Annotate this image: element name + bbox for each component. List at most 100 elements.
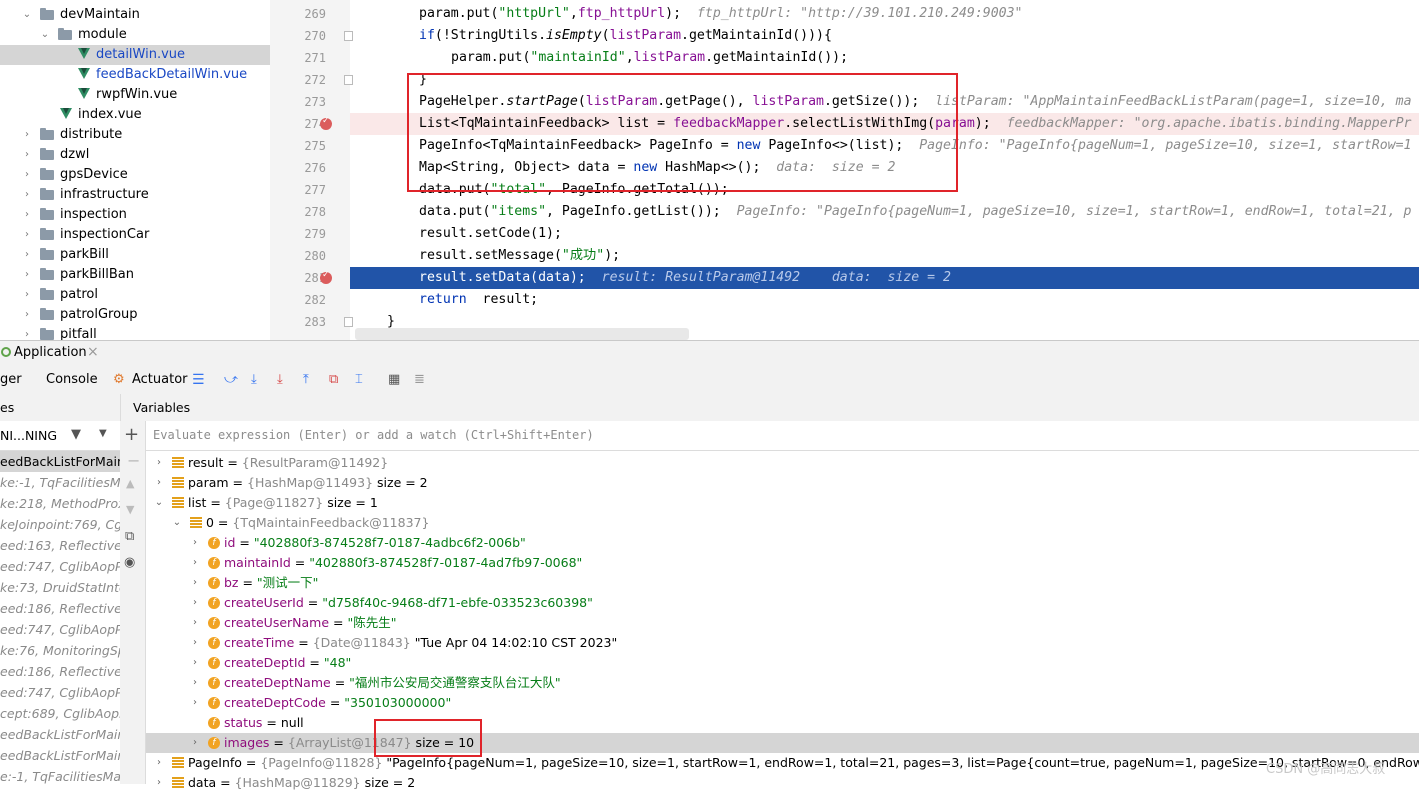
variable-row[interactable]: › f createUserName = "陈先生" bbox=[146, 613, 1419, 633]
close-tab-icon[interactable]: × bbox=[87, 344, 99, 360]
chevron-icon[interactable]: › bbox=[22, 245, 32, 265]
tree-item[interactable]: › patrol bbox=[0, 285, 270, 305]
stack-frame[interactable]: e:-1, TqFacilitiesMai bbox=[0, 766, 120, 784]
move-down-icon[interactable]: ▼ bbox=[126, 503, 134, 516]
actuator-tab[interactable]: Actuator bbox=[132, 372, 188, 387]
stack-frame[interactable]: eedBackListForMaint bbox=[0, 724, 120, 745]
chevron-icon[interactable]: › bbox=[22, 185, 32, 205]
code-line[interactable]: if(!StringUtils.isEmpty(listParam.getMai… bbox=[350, 25, 1419, 47]
fold-marker-icon[interactable] bbox=[344, 31, 353, 41]
tree-item[interactable]: › pitfall bbox=[0, 325, 270, 340]
fold-marker-icon[interactable] bbox=[344, 75, 353, 85]
chevron-icon[interactable]: › bbox=[190, 593, 200, 613]
variable-row[interactable]: › f createUserId = "d758f40c-9468-df71-ebf… bbox=[146, 593, 1419, 613]
watch-eye-icon[interactable]: ◉ bbox=[124, 555, 135, 570]
stack-frame[interactable]: eedBackListForMaint bbox=[0, 451, 120, 472]
evaluate-expression-bar[interactable]: Evaluate expression (Enter) or add a wat… bbox=[146, 421, 1419, 451]
add-watch-icon[interactable]: + bbox=[124, 424, 139, 445]
remove-watch-icon[interactable]: − bbox=[127, 451, 140, 470]
stack-frame[interactable]: ke:73, DruidStatInterc bbox=[0, 577, 120, 598]
chevron-icon[interactable]: › bbox=[22, 205, 32, 225]
code-line[interactable]: result.setData(data); result: ResultPara… bbox=[350, 267, 1419, 289]
variable-row[interactable]: › f createDeptName = "福州市公安局交通警察支队台江大队" bbox=[146, 673, 1419, 693]
tree-item[interactable]: › patrolGroup bbox=[0, 305, 270, 325]
tree-item[interactable]: ⌄ module bbox=[0, 25, 270, 45]
drop-frame-icon[interactable]: ⧉ bbox=[329, 372, 338, 388]
chevron-icon[interactable]: › bbox=[190, 633, 200, 653]
tree-item[interactable]: › dzwl bbox=[0, 145, 270, 165]
stack-frame[interactable]: ke:-1, TqFacilitiesMai bbox=[0, 472, 120, 493]
chevron-icon[interactable]: › bbox=[22, 265, 32, 285]
chevron-icon[interactable]: › bbox=[154, 453, 164, 473]
tree-item[interactable]: feedBackDetailWin.vue bbox=[0, 65, 270, 85]
variable-row[interactable]: › f id = "402880f3-874528f7-0187-4adbc6f2-… bbox=[146, 533, 1419, 553]
tree-item[interactable]: › inspection bbox=[0, 205, 270, 225]
code-line[interactable]: result.setCode(1); bbox=[350, 223, 1419, 245]
breakpoint-icon[interactable] bbox=[320, 116, 332, 130]
run-to-cursor-icon[interactable]: ⌶ bbox=[355, 372, 363, 388]
stack-frame[interactable]: eed:747, CglibAopPr bbox=[0, 619, 120, 640]
chevron-icon[interactable]: › bbox=[190, 673, 200, 693]
chevron-icon[interactable]: ⌄ bbox=[40, 25, 50, 45]
chevron-icon[interactable]: ⌄ bbox=[154, 493, 164, 513]
code-line[interactable]: result.setMessage("成功"); bbox=[350, 245, 1419, 267]
code-line[interactable]: param.put("maintainId",listParam.getMain… bbox=[350, 47, 1419, 69]
variable-row[interactable]: › PageInfo = {PageInfo@11828} "PageInfo{p… bbox=[146, 753, 1419, 773]
stack-frame[interactable]: ke:218, MethodProxy bbox=[0, 493, 120, 514]
evaluate-expression-icon[interactable]: ▦ bbox=[388, 372, 400, 388]
code-line[interactable]: param.put("httpUrl",ftp_httpUrl); ftp_ht… bbox=[350, 3, 1419, 25]
evaluate-expression-input[interactable]: Evaluate expression (Enter) or add a wat… bbox=[153, 428, 594, 442]
variable-row[interactable]: ⌄ 0 = {TqMaintainFeedback@11837} bbox=[146, 513, 1419, 533]
tree-item[interactable]: ⌄ devMaintain bbox=[0, 5, 270, 25]
chevron-icon[interactable]: ⌄ bbox=[22, 5, 32, 25]
tree-item[interactable]: › distribute bbox=[0, 125, 270, 145]
step-out-icon[interactable]: ⤒ bbox=[303, 372, 309, 388]
tree-item[interactable]: › infrastructure bbox=[0, 185, 270, 205]
stack-frame[interactable]: eed:163, ReflectiveM bbox=[0, 535, 120, 556]
stack-frame[interactable]: eedBackListForMaint bbox=[0, 745, 120, 766]
debugger-tab[interactable]: ger bbox=[0, 372, 22, 387]
trace-stream-icon[interactable]: ≣ bbox=[414, 372, 425, 388]
chevron-icon[interactable]: › bbox=[154, 473, 164, 493]
fold-marker-icon[interactable] bbox=[344, 317, 353, 327]
chevron-down-icon[interactable]: ▼ bbox=[99, 428, 107, 439]
thread-selector[interactable]: NI...NING ▼ ▼ bbox=[0, 421, 120, 451]
tree-item[interactable]: rwpfWin.vue bbox=[0, 85, 270, 105]
step-into-icon[interactable]: ⤓ bbox=[277, 372, 283, 388]
tree-item[interactable]: › gpsDevice bbox=[0, 165, 270, 185]
tree-item[interactable]: detailWin.vue bbox=[0, 45, 270, 65]
copy-icon[interactable]: ⧉ bbox=[125, 529, 134, 544]
chevron-icon[interactable]: › bbox=[22, 285, 32, 305]
filter-icon[interactable]: ▼ bbox=[71, 427, 81, 442]
variable-row[interactable]: › data = {HashMap@11829} size = 2 bbox=[146, 773, 1419, 793]
stack-frame[interactable]: eed:747, CglibAopPr bbox=[0, 556, 120, 577]
stack-frame[interactable]: ke:76, MonitoringSpr bbox=[0, 640, 120, 661]
chevron-icon[interactable]: › bbox=[22, 305, 32, 325]
chevron-icon[interactable]: › bbox=[22, 225, 32, 245]
chevron-icon[interactable]: › bbox=[190, 533, 200, 553]
chevron-icon[interactable]: › bbox=[190, 653, 200, 673]
tree-item[interactable]: › inspectionCar bbox=[0, 225, 270, 245]
application-tab[interactable]: Application bbox=[14, 345, 87, 360]
variable-row[interactable]: › param = {HashMap@11493} size = 2 bbox=[146, 473, 1419, 493]
variable-row[interactable]: › f createTime = {Date@11843} "Tue Apr 04 … bbox=[146, 633, 1419, 653]
stack-frame[interactable]: eed:747, CglibAopPr bbox=[0, 682, 120, 703]
show-execution-point-icon[interactable]: ⤻ bbox=[224, 372, 238, 388]
variable-row[interactable]: › f bz = "测试一下" bbox=[146, 573, 1419, 593]
chevron-icon[interactable]: › bbox=[154, 773, 164, 793]
stack-frame[interactable]: cept:689, CglibAopPr bbox=[0, 703, 120, 724]
variable-row[interactable]: ⌄ list = {Page@11827} size = 1 bbox=[146, 493, 1419, 513]
move-up-icon[interactable]: ▲ bbox=[126, 477, 134, 490]
chevron-icon[interactable]: › bbox=[190, 573, 200, 593]
chevron-icon[interactable]: ⌄ bbox=[172, 513, 182, 533]
variable-row[interactable]: › f maintainId = "402880f3-874528f7-0187-4… bbox=[146, 553, 1419, 573]
stack-frame[interactable]: keJoinpoint:769, Cglib bbox=[0, 514, 120, 535]
step-over-icon[interactable]: ⤓ bbox=[251, 372, 257, 388]
code-line[interactable]: return result; bbox=[350, 289, 1419, 311]
breakpoint-icon[interactable] bbox=[320, 270, 332, 284]
variable-row[interactable]: › f images = {ArrayList@11847} size = 10 bbox=[146, 733, 1419, 753]
variable-row[interactable]: f status = null bbox=[146, 713, 1419, 733]
chevron-icon[interactable]: › bbox=[190, 693, 200, 713]
chevron-icon[interactable]: › bbox=[190, 553, 200, 573]
stack-frame[interactable]: eed:186, ReflectiveM bbox=[0, 598, 120, 619]
